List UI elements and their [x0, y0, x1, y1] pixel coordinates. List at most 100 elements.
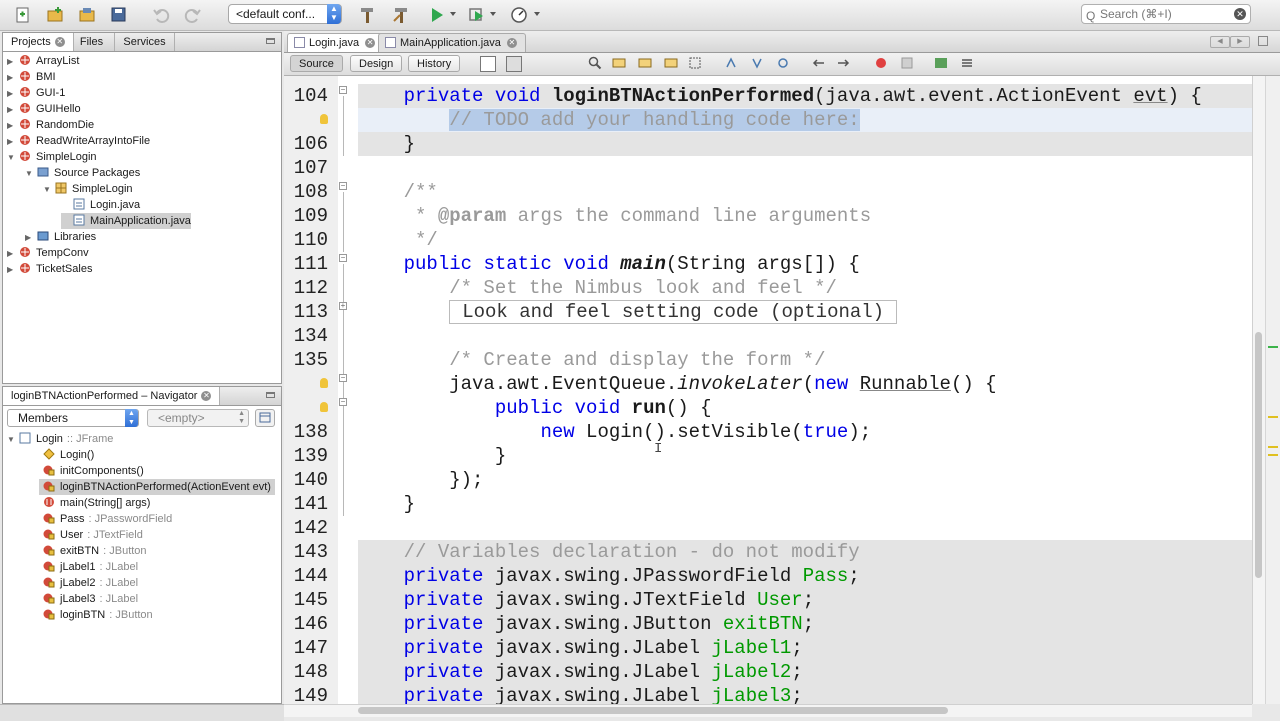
editor-tab-mainapplication[interactable]: MainApplication.java ✕	[378, 33, 526, 52]
navigator-member[interactable]: initComponents()	[43, 463, 144, 479]
previous-bookmark-icon[interactable]	[724, 56, 738, 70]
tab-files[interactable]: Files	[69, 33, 115, 51]
editor-tab-login[interactable]: Login.java ✕	[287, 33, 385, 52]
project-tree-item[interactable]: ▶ GUI-1	[7, 85, 65, 101]
tasks-icon[interactable]	[960, 56, 974, 70]
expanded-triangle-icon[interactable]: ▼	[7, 150, 15, 166]
design-view-button[interactable]: Design	[350, 55, 403, 72]
navigator-member[interactable]: main(String[] args)	[43, 495, 150, 511]
navigator-member[interactable]: jLabel2: JLabel	[43, 575, 138, 591]
collapsed-triangle-icon[interactable]: ▶	[7, 134, 15, 150]
collapse-fold-icon[interactable]: −	[339, 374, 347, 382]
expanded-triangle-icon[interactable]: ▼	[43, 182, 51, 198]
project-tree-item[interactable]: ▶ ArrayList	[7, 53, 79, 69]
shift-left-icon[interactable]	[812, 56, 826, 70]
collapse-fold-icon[interactable]: −	[339, 182, 347, 190]
tab-projects[interactable]: Projects ✕	[3, 33, 74, 51]
lightbulb-hint-icon[interactable]	[320, 378, 328, 388]
vertical-scrollbar-thumb[interactable]	[1255, 332, 1262, 578]
scroll-tabs-right-icon[interactable]: ▶	[1230, 36, 1250, 48]
vertical-scrollbar[interactable]	[1252, 76, 1265, 704]
close-icon[interactable]: ✕	[506, 38, 517, 49]
project-tree-item[interactable]: MainApplication.java	[61, 213, 191, 229]
toggle-highlight-icon[interactable]	[664, 56, 678, 70]
navigator-member[interactable]: ▼ Login:: JFrame	[7, 431, 113, 447]
project-tree-item[interactable]: ▶ TicketSales	[7, 261, 92, 277]
error-stripe[interactable]	[1265, 76, 1280, 704]
find-icon[interactable]	[588, 56, 602, 70]
save-all-icon[interactable]	[108, 4, 130, 26]
expanded-triangle-icon[interactable]: ▼	[7, 432, 15, 448]
project-tree-item[interactable]: Login.java	[61, 197, 140, 213]
tab-navigator[interactable]: loginBTNActionPerformed – Navigator ✕	[3, 387, 221, 405]
build-hammer-icon[interactable]	[356, 4, 378, 26]
clean-build-icon[interactable]	[390, 4, 412, 26]
toggle-bookmark-icon[interactable]	[776, 56, 790, 70]
open-project-icon[interactable]	[76, 4, 98, 26]
project-tree-item[interactable]: ▼ SimpleLogin	[7, 149, 97, 165]
collapsed-triangle-icon[interactable]: ▶	[7, 118, 15, 134]
lightbulb-hint-icon[interactable]	[320, 402, 328, 412]
minimize-icon[interactable]	[266, 392, 275, 398]
annotation-mark[interactable]	[1268, 446, 1278, 448]
collapsed-triangle-icon[interactable]: ▶	[7, 262, 15, 278]
navigator-settings-icon[interactable]	[255, 409, 275, 427]
horizontal-scrollbar-thumb[interactable]	[358, 707, 948, 714]
search-input[interactable]: Q Search (⌘+I) ✕	[1081, 4, 1251, 24]
navigator-member[interactable]: exitBTN: JButton	[43, 543, 147, 559]
annotation-mark[interactable]	[1268, 454, 1278, 456]
close-icon[interactable]: ✕	[54, 37, 65, 48]
rectangular-selection-icon[interactable]	[688, 56, 702, 70]
last-edit-icon[interactable]	[480, 56, 496, 72]
navigator-member[interactable]: User: JTextField	[43, 527, 143, 543]
undo-icon[interactable]	[150, 4, 172, 26]
project-tree-item[interactable]: ▼ Source Packages	[25, 165, 140, 181]
new-project-icon[interactable]	[44, 4, 66, 26]
members-filter-select[interactable]: Members ▲ ▼	[7, 409, 139, 427]
collapsed-triangle-icon[interactable]: ▶	[25, 230, 33, 246]
new-file-icon[interactable]	[12, 4, 34, 26]
scroll-tabs-left-icon[interactable]: ◀	[1210, 36, 1230, 48]
maximize-icon[interactable]	[1258, 36, 1268, 46]
navigator-member[interactable]: jLabel3: JLabel	[43, 591, 138, 607]
project-tree-item[interactable]: ▶ ReadWriteArrayIntoFile	[7, 133, 150, 149]
collapsed-triangle-icon[interactable]: ▶	[7, 70, 15, 86]
project-tree-item[interactable]: ▶ GUIHello	[7, 101, 81, 117]
source-view-button[interactable]: Source	[290, 55, 343, 72]
project-tree-item[interactable]: ▶ TempConv	[7, 245, 89, 261]
project-tree-item[interactable]: ▶ BMI	[7, 69, 56, 85]
annotation-mark[interactable]	[1268, 346, 1278, 348]
configuration-select[interactable]: <default conf... ▲ ▼	[228, 4, 342, 24]
find-next-icon[interactable]	[638, 56, 652, 70]
horizontal-scrollbar[interactable]	[284, 704, 1252, 717]
collapse-fold-icon[interactable]: −	[339, 254, 347, 262]
project-tree-item[interactable]: ▶ Libraries	[25, 229, 96, 245]
redo-icon[interactable]	[182, 4, 204, 26]
project-tree-item[interactable]: ▼ SimpleLogin	[43, 181, 133, 197]
profile-icon[interactable]	[508, 4, 530, 26]
annotation-mark[interactable]	[1268, 416, 1278, 418]
back-icon[interactable]	[506, 56, 522, 72]
stop-macro-icon[interactable]	[900, 56, 914, 70]
navigator-member[interactable]: Pass: JPasswordField	[43, 511, 172, 527]
collapse-fold-icon[interactable]: −	[339, 398, 347, 406]
expanded-triangle-icon[interactable]: ▼	[25, 166, 33, 182]
history-view-button[interactable]: History	[408, 55, 461, 72]
code-editor[interactable]: 104 − private void loginBTNActionPerforme…	[284, 76, 1252, 704]
run-dropdown-icon[interactable]	[450, 12, 456, 16]
scope-select[interactable]: <empty> ▲ ▼	[147, 409, 249, 427]
check-icon[interactable]	[934, 56, 948, 70]
profile-dropdown-icon[interactable]	[534, 12, 540, 16]
navigator-member[interactable]: loginBTNActionPerformed(ActionEvent evt)	[39, 479, 275, 495]
navigator-member[interactable]: jLabel1: JLabel	[43, 559, 138, 575]
collapsed-triangle-icon[interactable]: ▶	[7, 54, 15, 70]
navigator-member[interactable]: loginBTN: JButton	[43, 607, 153, 623]
collapsed-triangle-icon[interactable]: ▶	[7, 102, 15, 118]
shift-right-icon[interactable]	[836, 56, 850, 70]
clear-search-icon[interactable]: ✕	[1234, 8, 1246, 20]
close-icon[interactable]: ✕	[201, 391, 212, 402]
tab-services[interactable]: Services	[115, 33, 175, 51]
collapse-fold-icon[interactable]: −	[339, 86, 347, 94]
collapsed-triangle-icon[interactable]: ▶	[7, 86, 15, 102]
close-icon[interactable]: ✕	[365, 38, 376, 49]
